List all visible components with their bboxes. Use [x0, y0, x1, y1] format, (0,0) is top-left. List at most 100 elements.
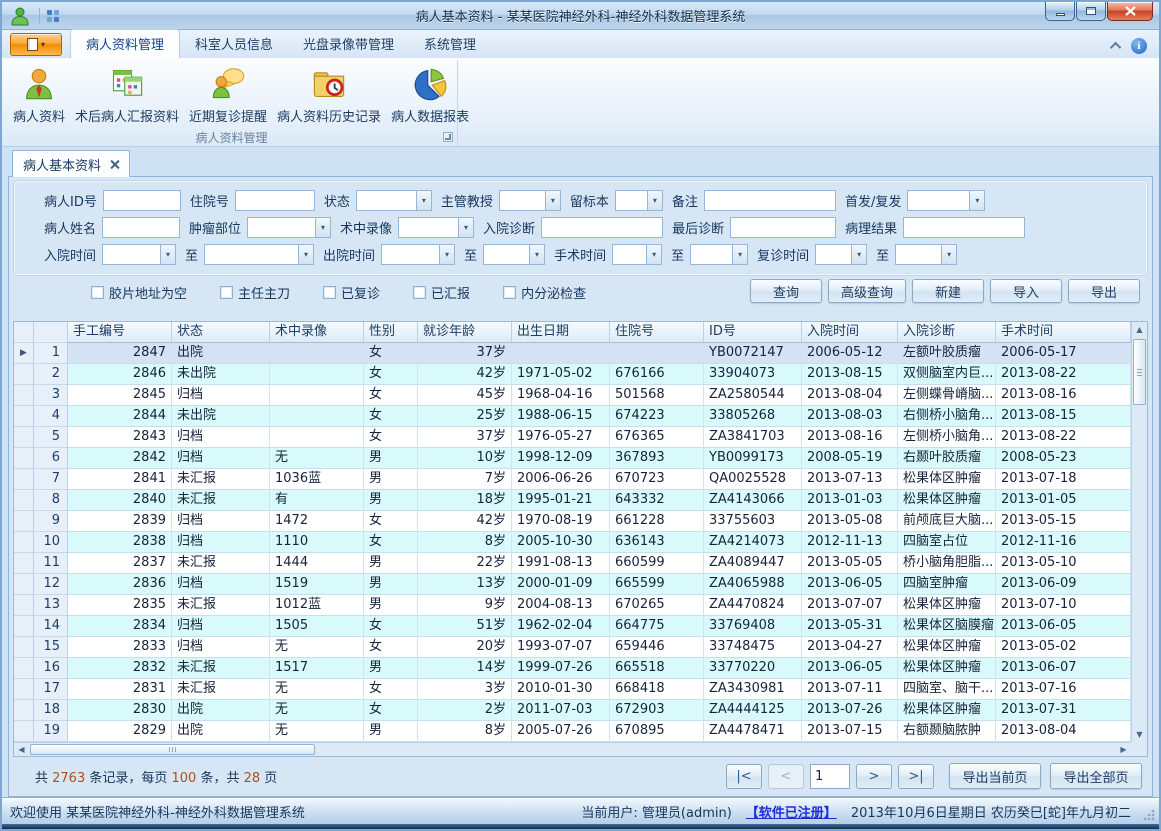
grid-column-header[interactable]: 入院诊断	[898, 322, 996, 343]
create-button[interactable]: 新建	[912, 279, 984, 303]
filter-select[interactable]: ▾	[895, 244, 957, 265]
app-menu-button[interactable]: ▾	[10, 33, 62, 56]
grid-column-header[interactable]: 就诊年龄	[418, 322, 512, 343]
scroll-left-icon[interactable]: ◀	[14, 743, 29, 756]
checkbox-box[interactable]	[220, 286, 233, 299]
export-button[interactable]: 导出	[1068, 279, 1140, 303]
filter-checkbox[interactable]: 已汇报	[413, 283, 470, 302]
grid-column-header[interactable]: 手术时间	[996, 322, 1131, 343]
chevron-down-icon[interactable]: ▾	[160, 245, 175, 264]
scroll-right-icon[interactable]: ▶	[1116, 743, 1131, 756]
table-row[interactable]: 172831未汇报无女3岁2010-01-30668418ZA343098120…	[14, 679, 1131, 700]
grid-column-header[interactable]: 出生日期	[512, 322, 610, 343]
quick-access-grid-icon[interactable]	[45, 8, 61, 24]
table-row[interactable]: 152833归档无女20岁1993-07-0765944633748475201…	[14, 637, 1131, 658]
filter-select[interactable]: ▾	[612, 244, 662, 265]
prev-page-button[interactable]: <	[768, 764, 804, 789]
chevron-down-icon[interactable]: ▾	[732, 245, 747, 264]
table-row[interactable]: 92839归档1472女42岁1970-08-19661228337556032…	[14, 511, 1131, 532]
maximize-button[interactable]	[1076, 2, 1106, 21]
table-row[interactable]: 162832未汇报1517男14岁1999-07-266655183377022…	[14, 658, 1131, 679]
table-row[interactable]: 42844未出院女25岁1988-06-15674223338052682013…	[14, 406, 1131, 427]
page-input[interactable]	[810, 764, 850, 789]
resize-grip-icon[interactable]	[1143, 809, 1155, 821]
filter-select[interactable]: ▾	[815, 244, 867, 265]
chevron-down-icon[interactable]: ▾	[439, 245, 454, 264]
horizontal-scroll-thumb[interactable]	[30, 744, 315, 755]
tab-disc-video-management[interactable]: 光盘录像带管理	[288, 30, 409, 58]
checkbox-box[interactable]	[323, 286, 336, 299]
license-status-link[interactable]: 【软件已注册】	[746, 802, 837, 821]
filter-select[interactable]: ▾	[690, 244, 748, 265]
grid-column-header[interactable]: 入院时间	[802, 322, 898, 343]
horizontal-scrollbar[interactable]: ◀ ▶	[14, 742, 1131, 756]
grid-column-header[interactable]: 状态	[172, 322, 270, 343]
table-row[interactable]: 22846未出院女42岁1971-05-02676166339040732013…	[14, 364, 1131, 385]
scroll-up-icon[interactable]: ▲	[1132, 322, 1147, 337]
patient-history-button[interactable]: 病人资料历史记录	[272, 62, 386, 127]
dialog-launcher-icon[interactable]	[443, 132, 453, 142]
chevron-down-icon[interactable]: ▾	[298, 245, 313, 264]
table-row[interactable]: 32845归档女45岁1968-04-16501568ZA25805442013…	[14, 385, 1131, 406]
filter-select[interactable]: ▾	[615, 190, 663, 211]
followup-reminder-button[interactable]: 近期复诊提醒	[184, 62, 272, 127]
table-row[interactable]: 102838归档1110女8岁2005-10-30636143ZA4214073…	[14, 532, 1131, 553]
vertical-scroll-thumb[interactable]	[1133, 339, 1146, 405]
chevron-down-icon[interactable]: ▾	[545, 191, 560, 210]
checkbox-box[interactable]	[91, 286, 104, 299]
filter-input[interactable]	[235, 190, 315, 211]
grid-column-header[interactable]: 手工编号	[68, 322, 172, 343]
filter-input[interactable]	[704, 190, 836, 211]
filter-select[interactable]: ▾	[356, 190, 432, 211]
document-tab-patient-basic-info[interactable]: 病人基本资料	[12, 150, 130, 177]
export-current-page-button[interactable]: 导出当前页	[949, 763, 1041, 789]
filter-input[interactable]	[903, 217, 1025, 238]
grid-column-header[interactable]: ID号	[704, 322, 802, 343]
filter-input[interactable]	[102, 217, 180, 238]
grid-column-header[interactable]: 术中录像	[270, 322, 364, 343]
chevron-down-icon[interactable]: ▾	[529, 245, 544, 264]
filter-select[interactable]: ▾	[483, 244, 545, 265]
first-page-button[interactable]: |<	[726, 764, 762, 789]
table-row[interactable]: 62842归档无男10岁1998-12-09367893YB0099173200…	[14, 448, 1131, 469]
chevron-down-icon[interactable]: ▾	[646, 245, 661, 264]
tab-system-management[interactable]: 系统管理	[409, 30, 491, 58]
filter-select[interactable]: ▾	[499, 190, 561, 211]
table-row[interactable]: 112837未汇报1444男22岁1991-08-13660599ZA40894…	[14, 553, 1131, 574]
chevron-down-icon[interactable]: ▾	[315, 218, 330, 237]
filter-input[interactable]	[730, 217, 836, 238]
table-row[interactable]: 122836归档1519男13岁2000-01-09665599ZA406598…	[14, 574, 1131, 595]
export-all-pages-button[interactable]: 导出全部页	[1050, 763, 1142, 789]
checkbox-box[interactable]	[413, 286, 426, 299]
scroll-down-icon[interactable]: ▼	[1132, 727, 1147, 742]
minimize-button[interactable]	[1045, 2, 1075, 21]
filter-checkbox[interactable]: 胶片地址为空	[91, 283, 187, 302]
info-icon[interactable]: i	[1131, 38, 1147, 54]
patient-report-button[interactable]: 病人数据报表	[386, 62, 474, 127]
filter-select[interactable]: ▾	[398, 217, 474, 238]
filter-select[interactable]: ▾	[907, 190, 985, 211]
filter-select[interactable]: ▾	[102, 244, 176, 265]
chevron-down-icon[interactable]: ▾	[416, 191, 431, 210]
table-row[interactable]: 82840未汇报有男18岁1995-01-21643332ZA414306620…	[14, 490, 1131, 511]
filter-select[interactable]: ▾	[381, 244, 455, 265]
vertical-scrollbar[interactable]: ▲ ▼	[1131, 322, 1147, 742]
grid-column-header[interactable]: 性别	[364, 322, 418, 343]
grid-column-header[interactable]: 住院号	[610, 322, 704, 343]
close-tab-icon[interactable]	[110, 160, 119, 169]
next-page-button[interactable]: >	[856, 764, 892, 789]
filter-input[interactable]	[541, 217, 663, 238]
filter-input[interactable]	[103, 190, 181, 211]
table-row[interactable]: 52843归档女37岁1976-05-27676365ZA38417032013…	[14, 427, 1131, 448]
chevron-down-icon[interactable]: ▾	[969, 191, 984, 210]
tab-department-staff-info[interactable]: 科室人员信息	[180, 30, 288, 58]
filter-select[interactable]: ▾	[247, 217, 331, 238]
table-row[interactable]: 192829出院无男8岁2005-07-26670895ZA4478471201…	[14, 721, 1131, 742]
chevron-down-icon[interactable]: ▾	[851, 245, 866, 264]
chevron-down-icon[interactable]: ▾	[647, 191, 662, 210]
chevron-down-icon[interactable]: ▾	[458, 218, 473, 237]
filter-select[interactable]: ▾	[204, 244, 314, 265]
close-button[interactable]	[1107, 2, 1153, 21]
checkbox-box[interactable]	[503, 286, 516, 299]
advanced-query-button[interactable]: 高级查询	[828, 279, 906, 303]
